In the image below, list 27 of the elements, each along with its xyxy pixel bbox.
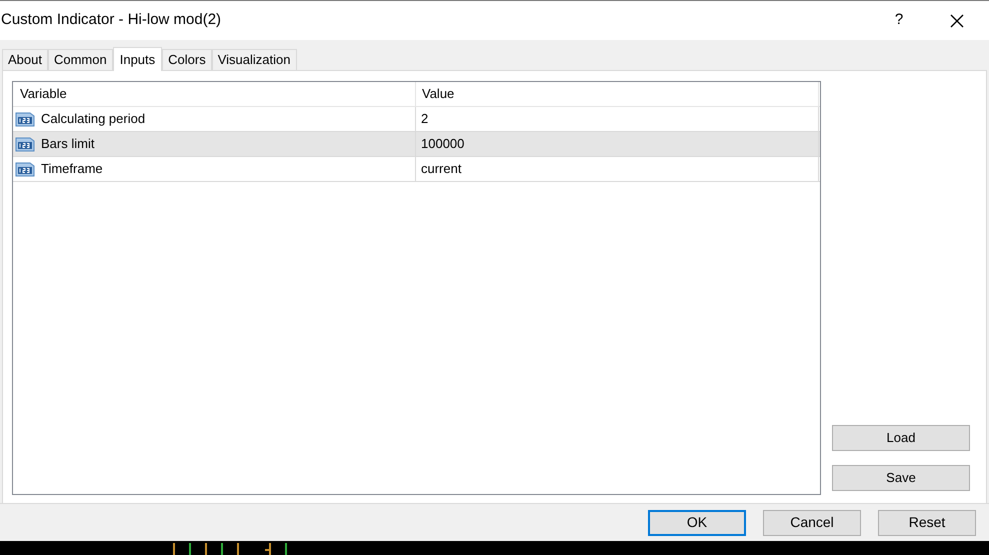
tab[interactable]: Inputs — [112, 47, 162, 71]
column-header[interactable]: Value — [416, 82, 819, 106]
tab[interactable]: Visualization — [212, 49, 296, 70]
dialog-button[interactable]: Cancel — [763, 510, 861, 536]
side-button[interactable]: Load — [832, 425, 970, 451]
table-cell-text: Bars limit — [41, 135, 94, 154]
table-row[interactable]: Bars limit 100000 — [13, 132, 820, 157]
table-cell-text: 2 — [421, 110, 428, 128]
number-icon — [15, 160, 35, 178]
column-header[interactable]: Variable — [13, 82, 416, 106]
window-title: Custom Indicator - Hi-low mod(2) — [1, 10, 222, 30]
tab[interactable]: About — [2, 49, 48, 70]
tab[interactable]: Colors — [162, 49, 212, 70]
close-icon — [950, 14, 964, 28]
dialog-button[interactable]: Reset — [878, 510, 976, 536]
tab[interactable]: Common — [48, 49, 113, 70]
table-row[interactable]: Timeframe current — [13, 157, 820, 182]
table-cell-text: 100000 — [421, 135, 464, 154]
table-cell-text: Calculating period — [41, 110, 146, 128]
number-icon — [15, 110, 35, 128]
table-cell-text: current — [421, 160, 462, 178]
dialog-button[interactable]: OK — [648, 510, 746, 536]
help-button[interactable]: ? — [879, 6, 919, 36]
table-cell-text: Timeframe — [41, 160, 103, 178]
table-row[interactable]: Calculating period 2 — [13, 107, 820, 132]
number-icon — [15, 136, 35, 152]
side-button[interactable]: Save — [832, 465, 970, 491]
